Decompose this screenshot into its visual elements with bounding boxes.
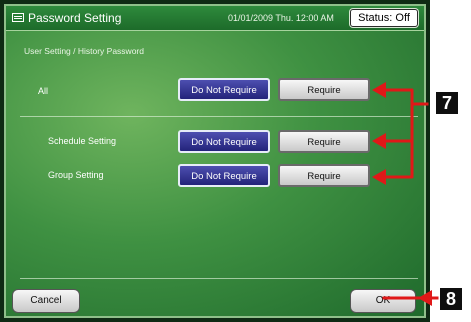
arrowhead-schedule [372, 133, 386, 149]
arrowhead-ok [418, 290, 432, 306]
callout-number-8: 8 [440, 288, 462, 310]
arrowhead-all [372, 82, 386, 98]
callout-arrow-connector [382, 88, 414, 179]
arrowhead-group [372, 169, 386, 185]
callout-arrows [372, 82, 439, 306]
callout-number-7: 7 [436, 92, 458, 114]
